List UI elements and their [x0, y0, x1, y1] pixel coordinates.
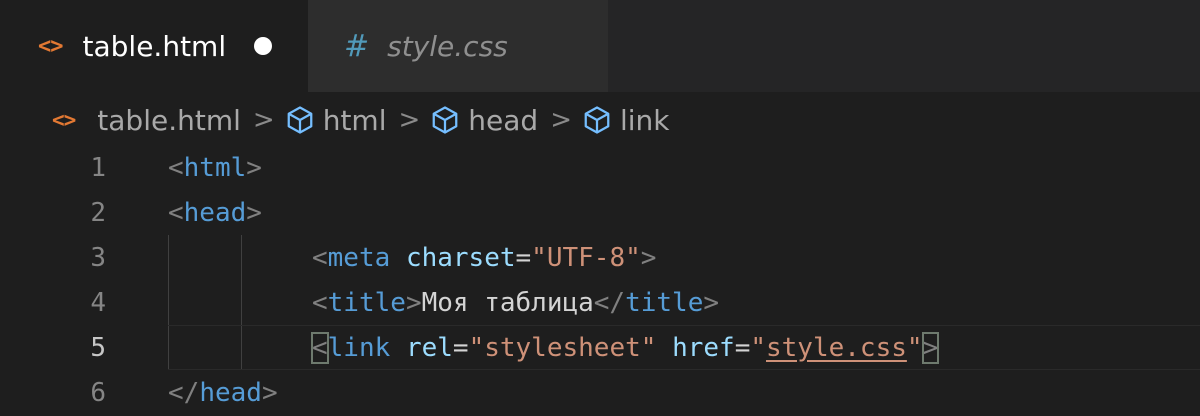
- line-number: 2: [90, 197, 106, 228]
- token-tname: title: [327, 287, 406, 318]
- line-number: 4: [90, 287, 106, 318]
- token-tag: >: [640, 242, 657, 273]
- element-cube-icon: [287, 106, 313, 134]
- chevron-right-icon: >: [398, 105, 421, 135]
- token-str: ": [906, 332, 923, 363]
- token-str: "UTF-8": [531, 242, 641, 273]
- breadcrumb-label: html: [322, 103, 387, 137]
- token-tname: head: [183, 197, 247, 228]
- token-attr: charset: [405, 242, 516, 273]
- code-text: <title>Моя таблица</title>: [312, 288, 719, 318]
- token-tag: >: [405, 287, 422, 318]
- code-line[interactable]: 3 <meta charset="UTF-8">: [0, 235, 1200, 280]
- token-tag: >: [246, 152, 262, 183]
- token-attr: href: [672, 332, 735, 363]
- token-tag: >: [261, 377, 278, 408]
- code-line[interactable]: 6 </head>: [0, 370, 1200, 415]
- token-tag: </: [593, 287, 626, 318]
- breadcrumb-label: link: [619, 103, 670, 137]
- breadcrumb-label: head: [468, 103, 539, 137]
- html-file-icon: <>: [38, 33, 63, 59]
- html-file-icon: <>: [52, 108, 76, 132]
- token-txt: =: [452, 332, 469, 363]
- line-number: 6: [90, 377, 106, 408]
- token-str: "stylesheet": [468, 332, 657, 363]
- code-line[interactable]: 1 <html>: [0, 145, 1200, 190]
- unsaved-dot-icon[interactable]: [254, 37, 273, 55]
- code-editor[interactable]: 1 <html> 2 <head> 3 <meta charset="UTF-8"> 4 <t…: [0, 145, 1200, 416]
- token-tag: <: [312, 242, 328, 273]
- tab-table-html[interactable]: <> table.html: [0, 0, 308, 92]
- tab-label: table.html: [82, 29, 227, 63]
- token-tname: title: [625, 287, 704, 318]
- token-txt: Моя таблица: [421, 287, 594, 318]
- token-tag: <: [311, 331, 329, 364]
- breadcrumb-item-html[interactable]: html: [285, 103, 387, 137]
- tab-style-css[interactable]: # style.css: [308, 0, 608, 92]
- token-tag: >: [246, 197, 262, 228]
- token-tag: >: [921, 331, 940, 364]
- code-line[interactable]: 5 <link rel="stylesheet" href="style.css"…: [0, 325, 1200, 370]
- breadcrumb-item-head[interactable]: head: [430, 104, 538, 137]
- code-text: </head>: [168, 378, 278, 408]
- token-attr: rel: [405, 332, 453, 363]
- code-text: <link rel="stylesheet" href="style.css">: [311, 331, 940, 364]
- element-cube-icon: [584, 106, 610, 134]
- token-txt: =: [734, 332, 751, 363]
- code-line[interactable]: 4 <title>Моя таблица</title>: [0, 280, 1200, 325]
- code-line[interactable]: 2 <head>: [0, 190, 1200, 235]
- breadcrumb-label: table.html: [97, 103, 241, 137]
- code-text: <meta charset="UTF-8">: [312, 243, 656, 273]
- token-txt: =: [515, 242, 532, 273]
- token-tag: >: [703, 287, 720, 318]
- element-cube-icon: [432, 106, 458, 134]
- token-tag: <: [168, 197, 184, 228]
- breadcrumb-item-file[interactable]: table.html: [97, 104, 241, 137]
- token-str: style.css: [766, 332, 907, 363]
- line-number: 1: [90, 152, 106, 183]
- token-tag: <: [312, 287, 328, 318]
- token-tag: <: [168, 152, 184, 183]
- code-text: <head>: [168, 198, 262, 228]
- code-text: <html>: [168, 153, 262, 183]
- tab-label: style.css: [387, 29, 508, 63]
- breadcrumb-item-link[interactable]: link: [582, 104, 670, 137]
- token-tname: head: [199, 377, 262, 408]
- token-tag: </: [168, 377, 200, 408]
- token-str: ": [750, 332, 766, 363]
- line-number: 3: [90, 242, 106, 273]
- tab-bar: <> table.html # style.css: [0, 0, 1200, 92]
- token-tname: meta: [327, 242, 391, 273]
- chevron-right-icon: >: [550, 105, 572, 135]
- token-tname: link: [327, 332, 391, 363]
- chevron-right-icon: >: [252, 105, 275, 135]
- breadcrumb: <> table.html > html > head > link: [0, 92, 1200, 148]
- css-file-icon: #: [344, 28, 370, 64]
- line-number: 5: [90, 332, 106, 363]
- token-tname: html: [183, 152, 247, 183]
